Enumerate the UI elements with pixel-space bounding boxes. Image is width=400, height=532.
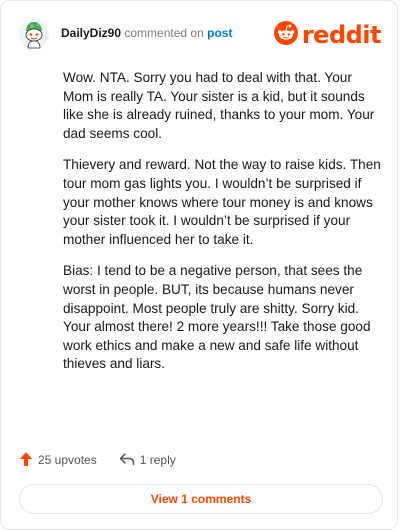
post-link[interactable]: post [207, 26, 232, 40]
comment-actions: 25 upvotes 1 reply [19, 449, 198, 471]
comment-paragraph: Wow. NTA. Sorry you had to deal with tha… [63, 70, 375, 141]
reply-count: 1 reply [139, 453, 176, 467]
reddit-logo[interactable]: reddit [273, 19, 382, 51]
comment-paragraph: Bias: I tend to be a negative person, th… [63, 263, 371, 372]
upvote-button[interactable]: 25 upvotes [19, 451, 97, 470]
comment-header: DailyDiz90 commented on post reddit [19, 19, 382, 51]
reply-button[interactable]: 1 reply [119, 452, 176, 469]
reply-arrow-icon [119, 452, 140, 469]
snoo-avatar-icon[interactable] [19, 19, 49, 49]
comment-card: DailyDiz90 commented on post reddit Wow.… [0, 0, 398, 530]
reddit-wordmark: reddit [301, 21, 382, 49]
comment-body: Wow. NTA. Sorry you had to deal with tha… [63, 69, 383, 387]
comment-attribution: DailyDiz90 commented on post [61, 26, 232, 40]
comment-paragraph: Thievery and reward. Not the way to rais… [63, 157, 381, 247]
arrow-up-icon [19, 451, 38, 470]
username-link[interactable]: DailyDiz90 [61, 26, 121, 40]
upvote-count: 25 upvotes [38, 453, 97, 467]
view-comments-button[interactable]: View 1 comments [19, 484, 383, 514]
commented-on-label: commented on [124, 26, 204, 40]
reddit-snoo-icon [273, 20, 298, 50]
